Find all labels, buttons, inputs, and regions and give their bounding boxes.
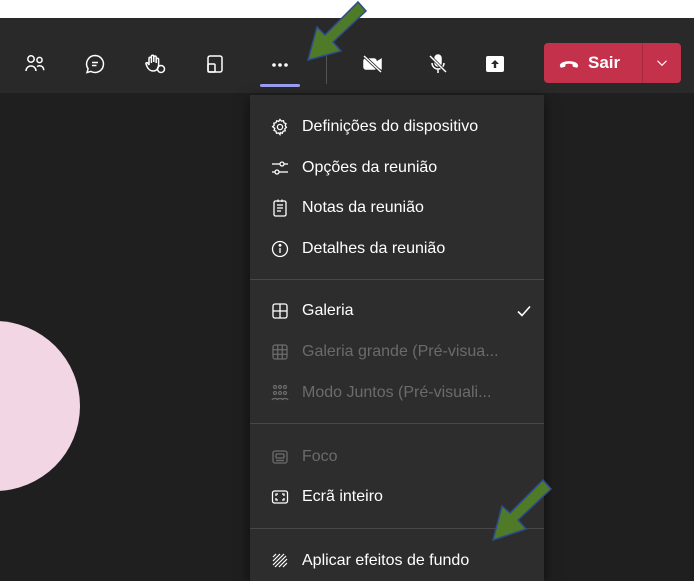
menu-item-gallery[interactable]: Galeria — [250, 291, 544, 331]
together-mode-icon — [270, 383, 290, 403]
menu-item-focus: Foco — [250, 437, 544, 477]
grid-icon — [270, 301, 290, 321]
sliders-icon — [270, 158, 290, 178]
menu-item-label: Notas da reunião — [302, 199, 424, 216]
hang-up-icon — [559, 61, 579, 68]
chat-icon — [85, 54, 105, 74]
menu-item-large-gallery: Galeria grande (Pré-visua... — [250, 332, 544, 372]
leave-button-group: Sair — [544, 43, 681, 83]
gear-icon — [270, 117, 290, 137]
fullscreen-icon — [270, 487, 290, 507]
info-icon — [270, 239, 290, 259]
menu-item-label: Opções da reunião — [302, 159, 438, 176]
people-button[interactable] — [17, 46, 53, 82]
share-content-button[interactable] — [477, 46, 513, 82]
menu-item-label: Modo Juntos (Pré-visuali... — [302, 384, 492, 401]
menu-item-meeting-notes[interactable]: Notas da reunião — [250, 188, 544, 228]
leave-label: Sair — [588, 53, 621, 72]
menu-item-meeting-details[interactable]: Detalhes da reunião — [250, 229, 544, 269]
menu-item-label: Galeria grande (Pré-visua... — [302, 343, 499, 360]
reactions-button[interactable] — [137, 46, 173, 82]
menu-item-meeting-options[interactable]: Opções da reunião — [250, 148, 544, 188]
chevron-down-icon — [657, 60, 667, 67]
leave-button[interactable]: Sair — [544, 43, 642, 83]
share-content-icon — [486, 56, 504, 72]
menu-item-label: Galeria — [302, 302, 354, 319]
active-tab-indicator — [260, 84, 300, 87]
people-icon — [25, 55, 45, 72]
menu-item-label: Aplicar efeitos de fundo — [302, 552, 470, 569]
more-actions-button[interactable] — [262, 46, 298, 82]
menu-divider — [250, 423, 544, 424]
leave-options-button[interactable] — [643, 43, 681, 83]
menu-item-label: Definições do dispositivo — [302, 118, 479, 135]
background-effects-icon — [270, 551, 290, 571]
annotation-arrow-top — [306, 0, 368, 62]
menu-divider — [250, 279, 544, 280]
participant-avatar — [0, 321, 80, 491]
focus-icon — [270, 447, 290, 467]
more-icon — [272, 63, 288, 67]
chat-button[interactable] — [77, 46, 113, 82]
raise-hand-icon — [145, 54, 166, 74]
mic-toggle-button[interactable] — [420, 46, 456, 82]
checkmark-icon — [517, 305, 531, 317]
mic-off-icon — [428, 54, 448, 74]
share-tray-button[interactable] — [197, 46, 233, 82]
annotation-arrow-bottom — [491, 478, 553, 542]
menu-item-device-settings[interactable]: Definições do dispositivo — [250, 107, 544, 147]
notes-icon — [270, 198, 290, 218]
menu-item-background-effects[interactable]: Aplicar efeitos de fundo — [250, 541, 544, 581]
menu-item-label: Foco — [302, 448, 338, 465]
menu-item-label: Detalhes da reunião — [302, 240, 446, 257]
large-grid-icon — [270, 342, 290, 362]
menu-item-together-mode: Modo Juntos (Pré-visuali... — [250, 373, 544, 413]
share-tray-icon — [207, 55, 223, 73]
menu-item-label: Ecrã inteiro — [302, 488, 383, 505]
